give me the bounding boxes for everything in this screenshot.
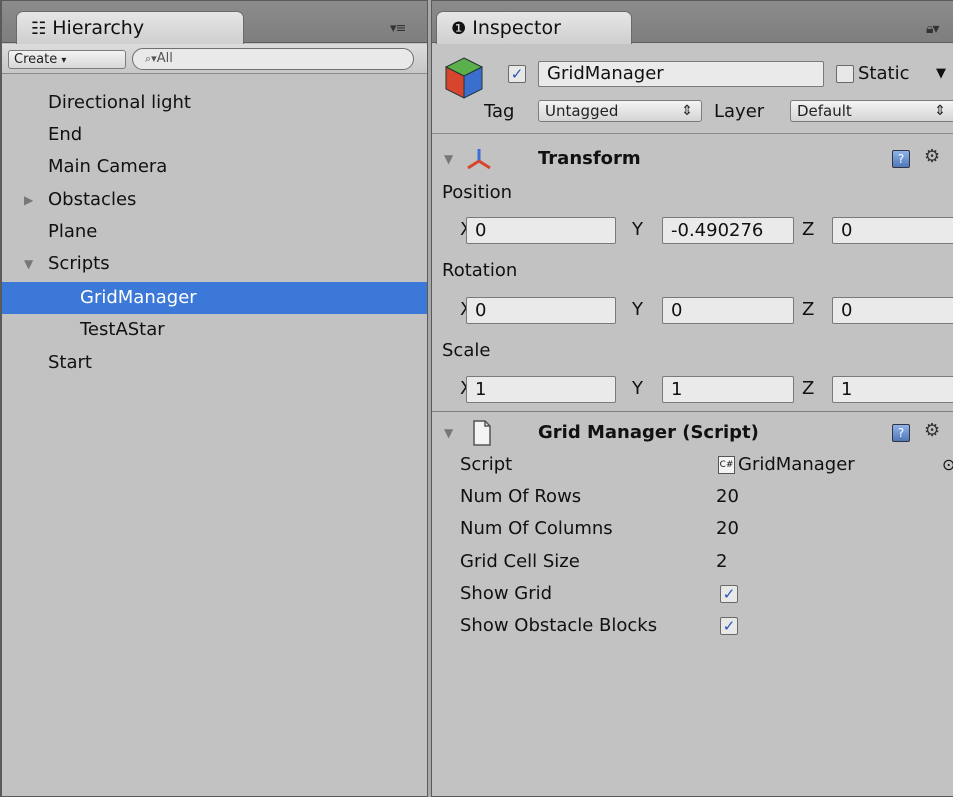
grid-cell-size-label: Grid Cell Size (460, 551, 580, 572)
create-dropdown[interactable]: Create ▾ (8, 50, 126, 69)
panel-menu-icon[interactable]: ▾≡ (390, 21, 406, 36)
scale-x-field[interactable]: 1 (466, 376, 616, 403)
num-rows-label: Num Of Rows (460, 486, 582, 507)
position-y-field[interactable]: -0.490276 (662, 217, 794, 244)
hierarchy-toolbar: Create ▾ ⌕▾All (2, 44, 427, 74)
info-icon: ❶ (451, 19, 467, 39)
transform-axes-icon (467, 149, 491, 170)
script-file-icon (473, 420, 491, 446)
tree-item-directional-light[interactable]: Directional light (2, 87, 427, 119)
object-name-field[interactable]: GridManager (538, 61, 824, 87)
hierarchy-tab[interactable]: ☷ Hierarchy (16, 11, 244, 44)
lock-icon[interactable]: 🔒︎▾ (926, 21, 940, 37)
position-z-label: Z (802, 219, 815, 240)
num-columns-field[interactable]: 20 (716, 517, 739, 541)
tree-item-plane[interactable]: Plane (2, 216, 427, 248)
inspector-tab[interactable]: ❶ Inspector (436, 11, 632, 44)
dropdown-arrows-icon: ⇕ (681, 103, 693, 119)
search-icon: ⌕▾ (145, 52, 157, 65)
script-label: Script (460, 454, 513, 475)
hierarchy-tab-bar: ☷ Hierarchy ▾≡ (2, 1, 427, 44)
grid-manager-header[interactable]: ▼ Grid Manager (Script) ? ⚙ (432, 416, 953, 450)
tree-item-end[interactable]: End (2, 119, 427, 151)
foldout-arrow-icon[interactable]: ▼ (444, 416, 453, 450)
active-checkbox[interactable]: ✓ (508, 65, 526, 83)
tag-label: Tag (484, 101, 515, 122)
dropdown-arrows-icon: ⇕ (934, 103, 946, 119)
rotation-x-field[interactable]: 0 (466, 297, 616, 324)
scale-y-field[interactable]: 1 (662, 376, 794, 403)
scale-y-label: Y (632, 378, 643, 399)
position-z-field[interactable]: 0 (832, 217, 953, 244)
object-picker-icon[interactable]: ⊙ (942, 453, 953, 477)
tree-item-gridmanager[interactable]: GridManager (2, 282, 427, 314)
hierarchy-panel: ☷ Hierarchy ▾≡ Create ▾ ⌕▾All Directional… (0, 0, 428, 797)
position-y-label: Y (632, 219, 643, 240)
transform-header[interactable]: ▼ Transform ? ⚙ (432, 142, 953, 176)
grid-cell-size-field[interactable]: 2 (716, 550, 727, 574)
tree-item-scripts[interactable]: ▼ Scripts (2, 248, 427, 280)
num-rows-field[interactable]: 20 (716, 485, 739, 509)
rotation-y-field[interactable]: 0 (662, 297, 794, 324)
script-reference-field[interactable]: C# GridManager (718, 453, 855, 477)
num-columns-label: Num Of Columns (460, 518, 613, 539)
layer-label: Layer (714, 101, 765, 122)
rotation-z-label: Z (802, 299, 815, 320)
static-checkbox[interactable] (836, 65, 854, 83)
position-label: Position (442, 182, 513, 203)
tree-item-main-camera[interactable]: Main Camera (2, 151, 427, 183)
csharp-file-icon: C# (718, 456, 735, 474)
object-header: ✓ GridManager Static ▼ Tag Untagged ⇕ Lay… (432, 44, 953, 134)
static-dropdown-arrow-icon[interactable]: ▼ (936, 62, 946, 86)
search-input[interactable]: ⌕▾All (132, 48, 414, 70)
tree-item-testastar[interactable]: TestAStar (2, 314, 427, 346)
scale-z-field[interactable]: 1 (832, 376, 953, 403)
inspector-panel: ❶ Inspector 🔒︎▾ ✓ GridManager Static ▼ Ta… (431, 0, 953, 797)
component-divider (432, 411, 953, 412)
tree-item-obstacles[interactable]: ▶ Obstacles (2, 184, 427, 216)
scale-z-label: Z (802, 378, 815, 399)
foldout-arrow-icon[interactable]: ▼ (444, 142, 453, 176)
expanded-arrow-icon[interactable]: ▼ (24, 248, 33, 280)
position-x-field[interactable]: 0 (466, 217, 616, 244)
gameobject-cube-icon (444, 57, 484, 99)
rotation-label: Rotation (442, 260, 518, 281)
show-grid-checkbox[interactable]: ✓ (720, 585, 738, 603)
layer-dropdown[interactable]: Default ⇕ (790, 100, 953, 122)
rotation-y-label: Y (632, 299, 643, 320)
tree-item-start[interactable]: Start (2, 347, 427, 379)
show-obstacle-blocks-checkbox[interactable]: ✓ (720, 617, 738, 635)
inspector-tab-bar: ❶ Inspector 🔒︎▾ (432, 1, 953, 44)
help-book-icon[interactable]: ? (892, 150, 910, 168)
show-grid-label: Show Grid (460, 583, 553, 604)
help-book-icon[interactable]: ? (892, 424, 910, 442)
gear-icon[interactable]: ⚙ (924, 140, 940, 174)
scale-label: Scale (442, 340, 491, 361)
collapsed-arrow-icon[interactable]: ▶ (24, 184, 33, 216)
tag-dropdown[interactable]: Untagged ⇕ (538, 100, 702, 122)
static-label: Static (858, 63, 910, 84)
hierarchy-list-icon: ☷ (31, 19, 47, 39)
show-obstacle-blocks-label: Show Obstacle Blocks (460, 615, 658, 636)
dropdown-arrow-icon: ▾ (61, 55, 67, 66)
gear-icon[interactable]: ⚙ (924, 414, 940, 448)
rotation-z-field[interactable]: 0 (832, 297, 953, 324)
